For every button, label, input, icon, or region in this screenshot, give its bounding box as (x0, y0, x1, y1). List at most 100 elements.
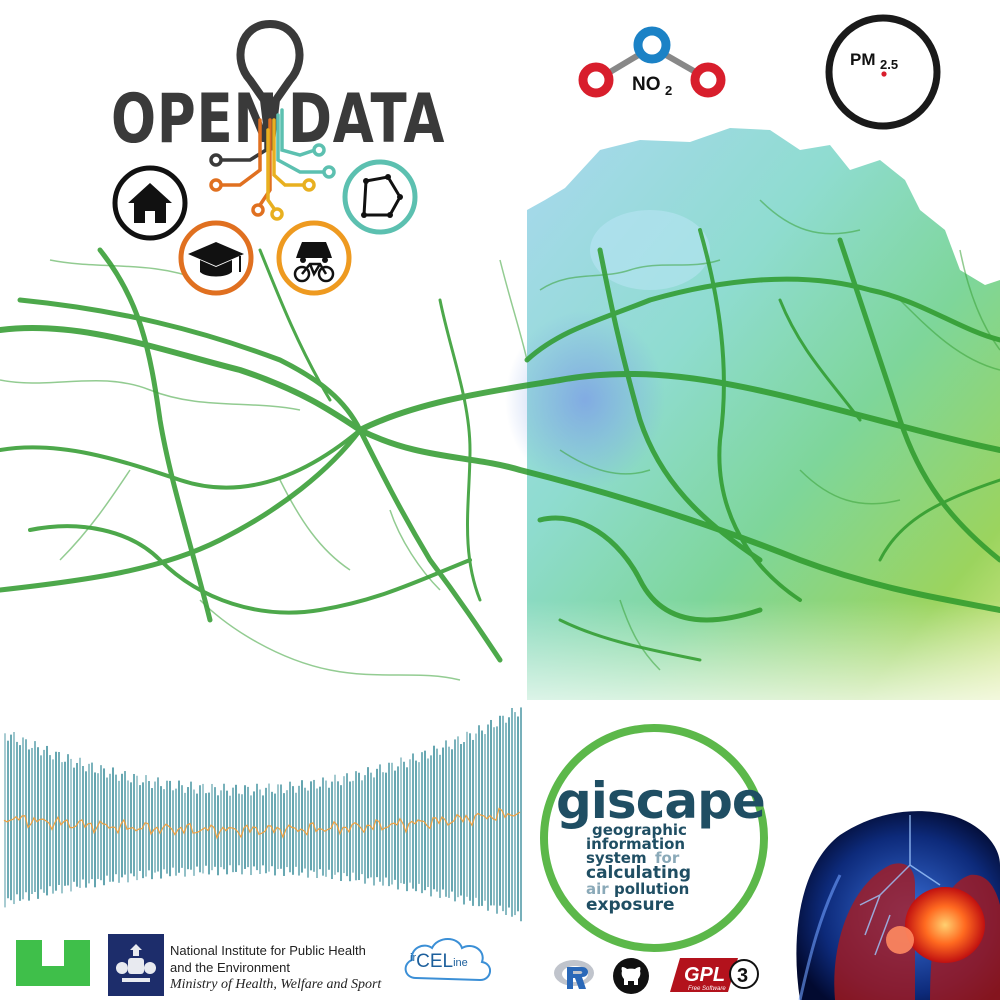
time-series-bar (385, 772, 387, 878)
time-series-bar (511, 707, 513, 917)
time-series-bar (373, 777, 375, 886)
time-series-bar (361, 780, 363, 875)
time-series-bar (103, 768, 105, 886)
time-series-bar (397, 766, 399, 890)
gpl-text: GPL (684, 964, 725, 986)
time-series-bar (466, 731, 468, 897)
giscape-title: giscape (556, 772, 766, 830)
time-series-bar (343, 776, 345, 874)
no2-subscript: 2 (665, 83, 673, 98)
time-series-bar (253, 791, 255, 867)
time-series-bar (424, 750, 426, 891)
pm-label: PM (850, 50, 876, 69)
time-series-bar (181, 785, 183, 868)
time-series-bar (43, 749, 45, 893)
time-series-bar (268, 783, 270, 872)
time-series-bar (226, 790, 228, 875)
r-logo-icon (554, 960, 594, 989)
time-series-bar (367, 767, 369, 879)
time-series-bar (499, 715, 501, 906)
time-series-bar (403, 761, 405, 884)
time-series-bar (448, 746, 450, 898)
dutch-government-emblem-icon (108, 934, 164, 996)
time-series-bar (304, 787, 306, 869)
time-series-bar (505, 722, 507, 915)
time-series-bar (223, 783, 225, 870)
no2-label: NO (632, 74, 661, 95)
time-series-bar (451, 749, 453, 892)
pm-subscript: 2.5 (880, 57, 899, 72)
time-series-bar (91, 762, 93, 880)
time-series-bar (292, 786, 294, 875)
gpl-v3-logo: GPL Free Software 3 (670, 958, 759, 992)
time-series-bar (184, 792, 186, 877)
time-series-bar (208, 792, 210, 875)
time-series-bar (214, 787, 216, 867)
lungs-heart-illustration (796, 811, 1000, 1000)
time-series-bar (394, 770, 396, 880)
time-series-bar (187, 787, 189, 870)
time-series-bar (322, 777, 324, 876)
time-series-bar (319, 786, 321, 870)
time-series-bar (376, 768, 378, 878)
time-series-bar (445, 740, 447, 897)
time-series-bar (352, 780, 354, 873)
time-series-bar (139, 785, 141, 871)
time-series-bar (478, 725, 480, 907)
time-series-bar (259, 789, 261, 874)
time-series-bar (316, 788, 318, 879)
time-series-bar (274, 793, 276, 876)
irceline-ine: ine (453, 957, 468, 969)
time-series-bar (136, 775, 138, 881)
time-series-bar (334, 774, 336, 875)
time-series-bar (40, 755, 42, 890)
time-series-bar (481, 730, 483, 906)
time-series-bar (22, 737, 24, 900)
gpl-free-text: Free Software (688, 986, 726, 992)
ministry-name: Ministry of Health, Welfare and Sport (170, 977, 382, 992)
time-series-bar (121, 773, 123, 878)
time-series-bar (250, 795, 252, 876)
institute-name-line1: National Institute for Public Health (170, 943, 366, 958)
time-series-bar (133, 773, 135, 877)
time-series-bar (415, 760, 417, 892)
time-series-bar (229, 795, 231, 866)
time-series-bar (301, 780, 303, 873)
uu-logo-icon (16, 940, 90, 986)
time-series-bar (166, 780, 168, 874)
time-series-bar (421, 752, 423, 894)
time-series-bar (85, 771, 87, 888)
time-series-bar (262, 795, 264, 866)
giscape-word-exposure: exposure (586, 895, 675, 915)
time-series-bar (418, 762, 420, 884)
time-series-bar (199, 785, 201, 873)
time-series-bar (61, 762, 63, 894)
time-series-bar (49, 755, 51, 887)
time-series-bar (37, 747, 39, 899)
time-series-bar (409, 759, 411, 883)
institute-name-line2: and the Environment (170, 960, 290, 975)
time-series-bar (238, 793, 240, 866)
polygon-shape-icon (342, 159, 418, 235)
time-series-bar (70, 758, 72, 892)
time-series-bar (196, 793, 198, 867)
irceline-ir: ir (410, 952, 417, 964)
time-series-bar (79, 757, 81, 888)
time-series-bar (355, 771, 357, 881)
time-series-bar (145, 775, 147, 877)
gpl-version: 3 (737, 965, 748, 987)
time-series-bar (463, 742, 465, 905)
time-series-bar (331, 781, 333, 880)
github-icon (613, 958, 649, 994)
time-series-bar (115, 774, 117, 875)
time-series-bar (73, 767, 75, 882)
time-series-bar (19, 745, 21, 901)
time-series-bar (142, 782, 144, 879)
time-series-bar (469, 733, 471, 901)
time-series-bar (157, 777, 159, 872)
graduation-cap-icon (178, 220, 254, 296)
poster: OPEN DATA NO 2 PM 2.5 giscape geographic… (0, 0, 1000, 1000)
time-series-bar (520, 707, 522, 922)
time-series-bar (10, 734, 12, 901)
time-series-bar (310, 781, 312, 871)
